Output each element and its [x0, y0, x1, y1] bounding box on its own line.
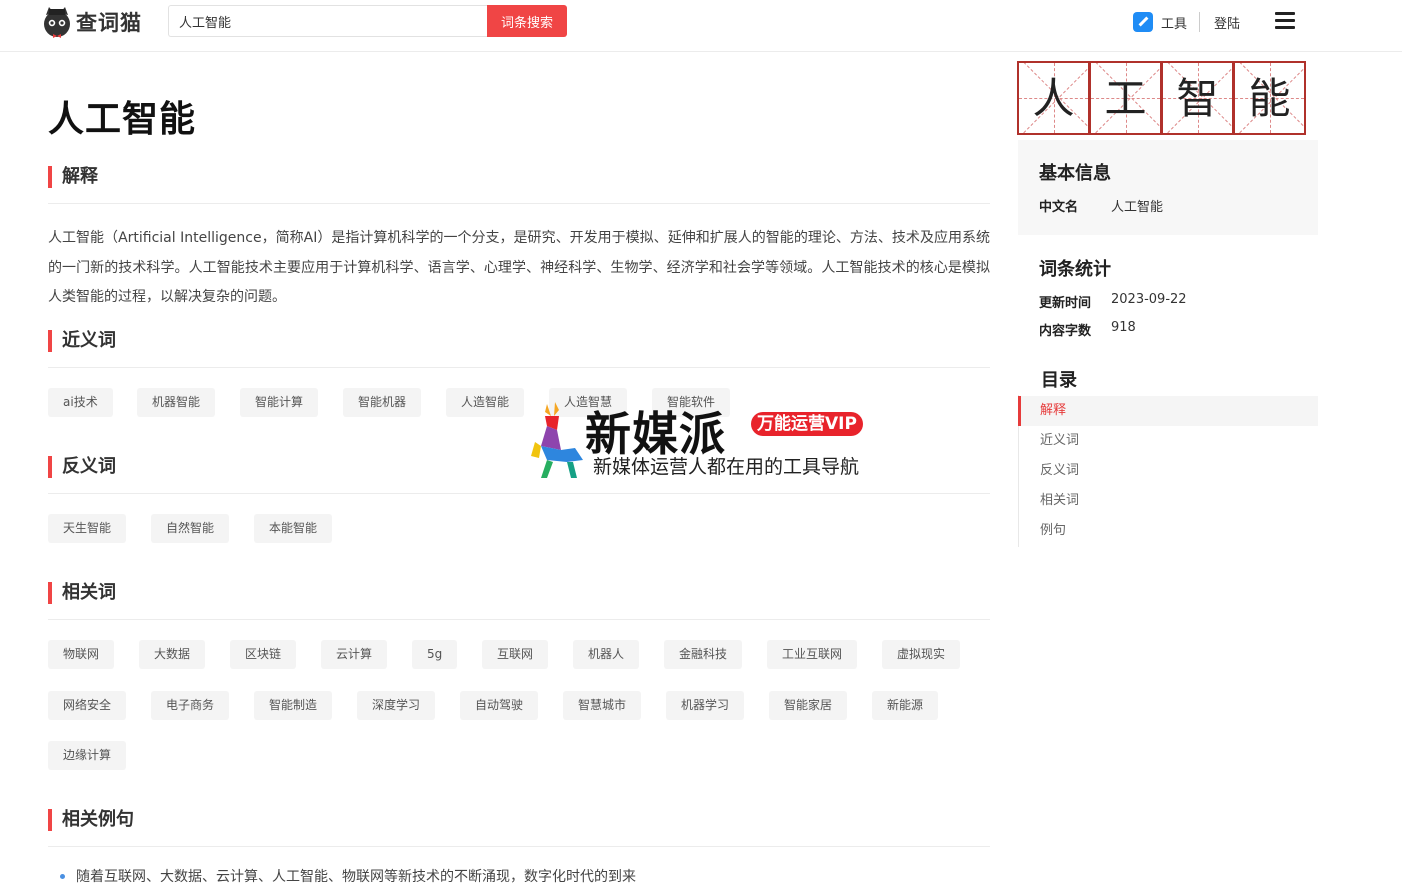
section-title: 解释	[62, 166, 98, 187]
chinese-name-value: 人工智能	[1111, 200, 1164, 215]
header-divider	[1199, 12, 1201, 32]
definition-text: 人工智能（Artificial Intelligence，简称AI）是指计算机科…	[48, 230, 990, 305]
wordcount-key: 内容字数	[1039, 324, 1092, 339]
antonym-tag[interactable]: 本能智能	[254, 514, 333, 543]
top-header: 查词猫 词条搜索 工具 登陆	[0, 0, 1402, 52]
section-title: 相关词	[62, 582, 116, 603]
updated-key: 更新时间	[1039, 296, 1092, 311]
section-bar	[48, 582, 52, 604]
related-tag[interactable]: 智能家居	[769, 691, 848, 720]
page-title: 人工智能	[48, 99, 197, 140]
section-bar	[48, 330, 52, 352]
section-title: 近义词	[62, 330, 116, 351]
related-tag[interactable]: 网络安全	[48, 691, 127, 720]
related-tag[interactable]: 智慧城市	[563, 691, 642, 720]
section-synonyms: 近义词	[48, 330, 990, 368]
character-cell: 能	[1233, 61, 1306, 135]
character: 工	[1104, 74, 1147, 123]
character: 人	[1032, 74, 1075, 123]
related-tag[interactable]: 互联网	[482, 640, 549, 669]
character: 能	[1248, 74, 1291, 123]
watermark-overlay: 新媒派 万能运营VIP 新媒体运营人都在用的工具导航	[527, 398, 887, 480]
related-tag[interactable]: 大数据	[139, 640, 206, 669]
related-tag[interactable]: 工业互联网	[767, 640, 858, 669]
related-tag[interactable]: 物联网	[48, 640, 115, 669]
related-tag[interactable]: 智能制造	[254, 691, 333, 720]
tools-link[interactable]: 工具	[1161, 13, 1187, 32]
synonym-tag[interactable]: 机器智能	[137, 388, 216, 417]
basic-info-title: 基本信息	[1039, 163, 1111, 184]
watermark-badge: 万能运营VIP	[751, 412, 863, 436]
pen-icon[interactable]	[1133, 12, 1153, 32]
watermark-subtitle: 新媒体运营人都在用的工具导航	[593, 456, 860, 478]
synonym-tag[interactable]: 智能机器	[343, 388, 422, 417]
character-cell: 智	[1161, 61, 1234, 135]
section-related: 相关词	[48, 582, 990, 620]
section-examples: 相关例句	[48, 809, 990, 847]
stats-title: 词条统计	[1039, 259, 1111, 280]
toc-item-antonyms[interactable]: 反义词	[1018, 456, 1318, 486]
toc-item-examples[interactable]: 例句	[1018, 516, 1318, 546]
cat-logo-icon	[44, 7, 70, 38]
related-tag[interactable]: 机器学习	[666, 691, 745, 720]
related-tag[interactable]: 5g	[412, 640, 458, 669]
hamburger-menu-icon[interactable]	[1275, 12, 1295, 30]
antonym-tag[interactable]: 自然智能	[151, 514, 230, 543]
character-cell: 人	[1017, 61, 1090, 135]
toc-item-related[interactable]: 相关词	[1018, 486, 1318, 516]
related-tag[interactable]: 边缘计算	[48, 741, 127, 770]
deer-logo-icon	[531, 402, 583, 478]
related-tag[interactable]: 机器人	[573, 640, 640, 669]
character-grid: 人 工 智 能	[1017, 61, 1306, 135]
search-bar: 词条搜索	[168, 5, 567, 37]
section-bar	[48, 166, 52, 188]
related-tag[interactable]: 金融科技	[664, 640, 743, 669]
section-title: 相关例句	[62, 809, 134, 830]
bullet-icon	[60, 874, 65, 879]
logo-text: 查词猫	[76, 11, 142, 35]
related-tag[interactable]: 云计算	[321, 640, 388, 669]
wordcount-value: 918	[1111, 320, 1136, 335]
header-links: 工具 登陆	[1133, 12, 1240, 32]
related-tag[interactable]: 新能源	[872, 691, 939, 720]
section-title: 反义词	[62, 456, 116, 477]
related-tag[interactable]: 深度学习	[357, 691, 436, 720]
synonym-tag[interactable]: 智能计算	[240, 388, 319, 417]
related-tag[interactable]: 自动驾驶	[460, 691, 539, 720]
section-bar	[48, 809, 52, 831]
section-bar	[48, 456, 52, 478]
toc-title: 目录	[1041, 370, 1077, 391]
updated-value: 2023-09-22	[1111, 292, 1187, 307]
login-link[interactable]: 登陆	[1214, 13, 1240, 32]
basic-info-box	[1018, 140, 1318, 235]
chinese-name-key: 中文名	[1039, 200, 1079, 215]
character-cell: 工	[1089, 61, 1162, 135]
character: 智	[1176, 74, 1219, 123]
synonym-tag[interactable]: ai技术	[48, 388, 113, 417]
section-definition: 解释	[48, 166, 990, 204]
search-button[interactable]: 词条搜索	[487, 5, 567, 37]
toc-item-definition[interactable]: 解释	[1018, 396, 1318, 426]
site-logo[interactable]: 查词猫	[40, 3, 142, 41]
synonym-tag[interactable]: 人造智能	[446, 388, 525, 417]
antonym-tag[interactable]: 天生智能	[48, 514, 127, 543]
example-sentence: 随着互联网、大数据、云计算、人工智能、物联网等新技术的不断涌现，数字化时代的到来	[76, 869, 636, 885]
related-tag[interactable]: 区块链	[230, 640, 297, 669]
related-tag[interactable]: 电子商务	[151, 691, 230, 720]
search-input[interactable]	[168, 5, 487, 37]
toc-item-synonyms[interactable]: 近义词	[1018, 426, 1318, 456]
related-tag[interactable]: 虚拟现实	[882, 640, 961, 669]
